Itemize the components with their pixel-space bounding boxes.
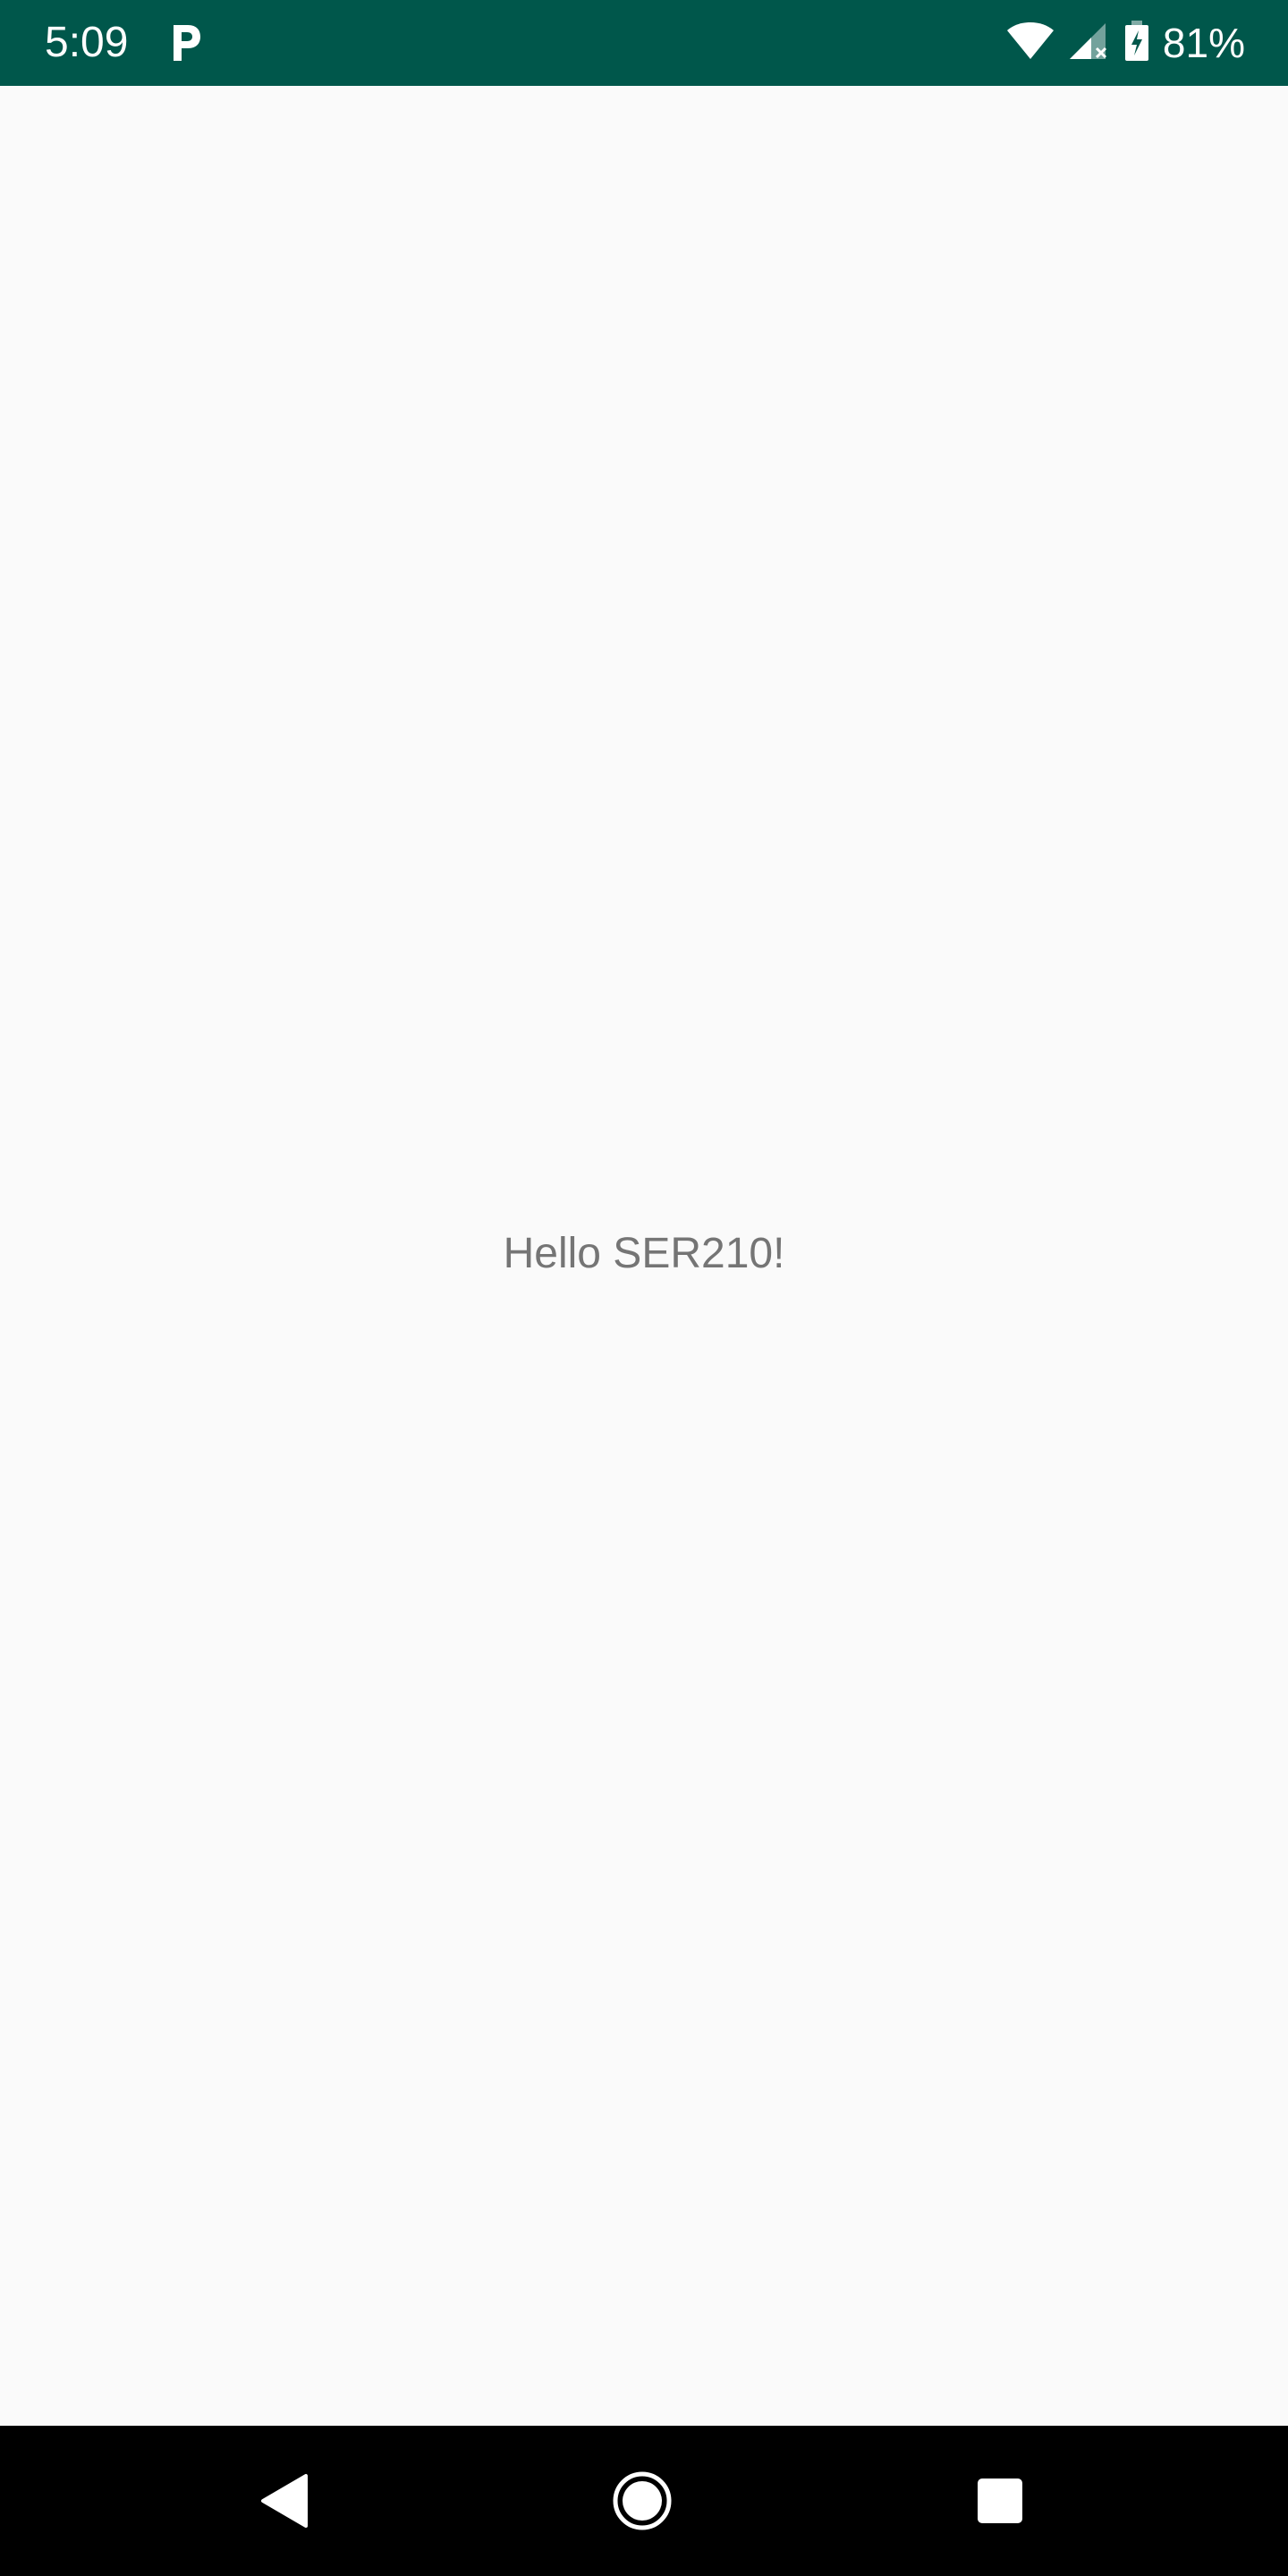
home-circle-icon xyxy=(613,2471,672,2530)
home-button[interactable] xyxy=(592,2451,692,2551)
recents-square-icon xyxy=(978,2479,1022,2523)
parking-p-icon xyxy=(168,21,204,64)
main-content: Hello SER210! xyxy=(0,86,1288,2426)
status-time: 5:09 xyxy=(45,19,129,66)
back-button[interactable] xyxy=(234,2451,335,2551)
navigation-bar xyxy=(0,2426,1288,2576)
wifi-icon xyxy=(1005,21,1055,65)
hello-message: Hello SER210! xyxy=(503,1230,785,1277)
status-icons: 81% xyxy=(1005,18,1245,68)
recents-button[interactable] xyxy=(950,2451,1050,2551)
cell-signal-no-service-icon xyxy=(1068,21,1111,65)
status-bar: 5:09 81% xyxy=(0,0,1288,86)
battery-charging-icon xyxy=(1123,20,1150,67)
battery-percent: 81% xyxy=(1162,20,1245,66)
back-triangle-icon xyxy=(261,2474,308,2528)
app-screen: 5:09 81% Hello SER210! xyxy=(0,0,1288,2576)
